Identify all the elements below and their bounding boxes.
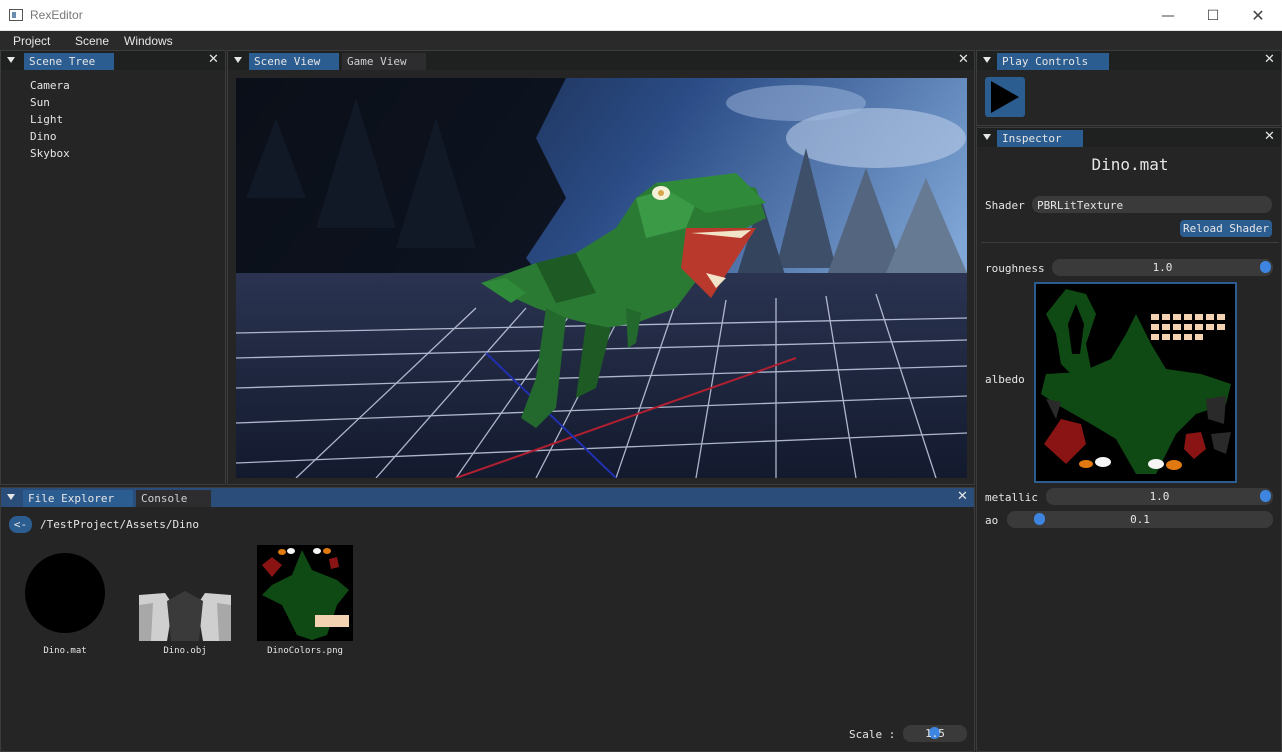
tree-item-dino[interactable]: Dino [30,130,57,143]
play-icon [991,81,1019,113]
file-name-dino-obj: Dino.obj [163,646,207,656]
divider [981,242,1279,243]
window-title: RexEditor [30,8,83,22]
shader-field[interactable]: PBRLitTexture [1032,196,1272,213]
current-path: /TestProject/Assets/Dino [40,518,199,531]
tree-item-camera[interactable]: Camera [30,79,70,92]
play-controls-panel: Play Controls ✕ [976,50,1282,126]
collapse-arrow-icon[interactable] [7,57,15,63]
close-panel-icon[interactable]: ✕ [958,52,969,67]
scale-label: Scale : [849,728,896,741]
ao-slider[interactable]: 0.1 [1007,511,1273,528]
close-panel-icon[interactable]: ✕ [957,489,968,504]
roughness-slider[interactable]: 1.0 [1052,259,1273,276]
inspector-panel: Inspector ✕ Dino.mat Shader PBRLitTextur… [976,127,1282,752]
scene-tree-panel: Scene Tree ✕ Camera Sun Light Dino Skybo… [0,50,226,485]
play-button[interactable] [985,77,1025,117]
bottom-tabbar: File Explorer Console ✕ [1,488,974,507]
roughness-slider-knob[interactable] [1260,261,1271,273]
roughness-value: 1.0 [1152,261,1173,274]
play-controls-tabbar: Play Controls ✕ [977,51,1281,70]
collapse-arrow-icon[interactable] [7,494,15,500]
scene-render [236,78,967,478]
metallic-slider[interactable]: 1.0 [1046,488,1273,505]
tab-game-view[interactable]: Game View [342,53,426,70]
collapse-arrow-icon[interactable] [234,57,242,63]
minimize-button[interactable]: — [1145,0,1191,31]
sphere-thumbnail-icon [25,553,105,633]
scale-slider[interactable]: 1.5 [903,725,967,742]
metallic-label: metallic [985,491,1038,504]
tree-item-sun[interactable]: Sun [30,96,50,109]
window-title-bar: RexEditor — ☐ ✕ [0,0,1282,31]
file-thumbnail-dino-mat[interactable] [17,545,113,641]
file-explorer-panel: File Explorer Console ✕ <- /TestProject/… [0,487,975,752]
tab-scene-tree[interactable]: Scene Tree [24,53,114,70]
tab-play-controls[interactable]: Play Controls [997,53,1109,70]
collapse-arrow-icon[interactable] [983,134,991,140]
scene-tree-tabbar: Scene Tree ✕ [1,51,225,70]
app-icon [9,9,23,21]
close-panel-icon[interactable]: ✕ [1264,129,1275,144]
menu-bar: Project Scene Windows [0,31,1282,50]
maximize-button[interactable]: ☐ [1190,0,1236,31]
inspector-tabbar: Inspector ✕ [977,128,1281,147]
tab-console[interactable]: Console [136,490,211,507]
tab-file-explorer[interactable]: File Explorer [23,490,133,507]
albedo-label: albedo [985,373,1025,386]
metallic-value: 1.0 [1149,490,1170,503]
collapse-arrow-icon[interactable] [983,57,991,63]
albedo-texture-image [1036,284,1235,481]
scene-view-panel: Scene View Game View ✕ [227,50,975,485]
scene-viewport[interactable] [236,78,967,478]
file-thumbnail-dinocolors-png[interactable] [257,545,353,641]
roughness-label: roughness [985,262,1045,275]
close-panel-icon[interactable]: ✕ [208,52,219,67]
metallic-slider-knob[interactable] [1260,490,1271,502]
file-thumbnail-dino-obj[interactable] [137,545,233,641]
viewport-tabbar: Scene View Game View ✕ [228,51,974,70]
tree-item-light[interactable]: Light [30,113,63,126]
scale-value: 1.5 [925,727,945,740]
back-button[interactable]: <- [9,516,32,533]
ao-label: ao [985,514,999,527]
close-window-button[interactable]: ✕ [1235,0,1281,31]
tree-item-skybox[interactable]: Skybox [30,147,70,160]
mesh-thumbnail-icon [137,591,233,641]
menu-scene[interactable]: Scene [75,34,109,48]
file-name-dino-mat: Dino.mat [43,646,87,656]
menu-project[interactable]: Project [13,34,50,48]
inspector-title: Dino.mat [1091,155,1169,174]
shader-label: Shader [985,199,1025,212]
file-name-dinocolors-png: DinoColors.png [267,646,343,656]
reload-shader-button[interactable]: Reload Shader [1180,220,1272,237]
close-panel-icon[interactable]: ✕ [1264,52,1275,67]
ao-value: 0.1 [1130,513,1150,526]
texture-thumbnail-icon [257,545,353,641]
albedo-texture-preview[interactable] [1034,282,1237,483]
menu-windows[interactable]: Windows [124,34,173,48]
ao-slider-knob[interactable] [1034,513,1045,525]
tab-scene-view[interactable]: Scene View [249,53,339,70]
tab-inspector[interactable]: Inspector [997,130,1083,147]
